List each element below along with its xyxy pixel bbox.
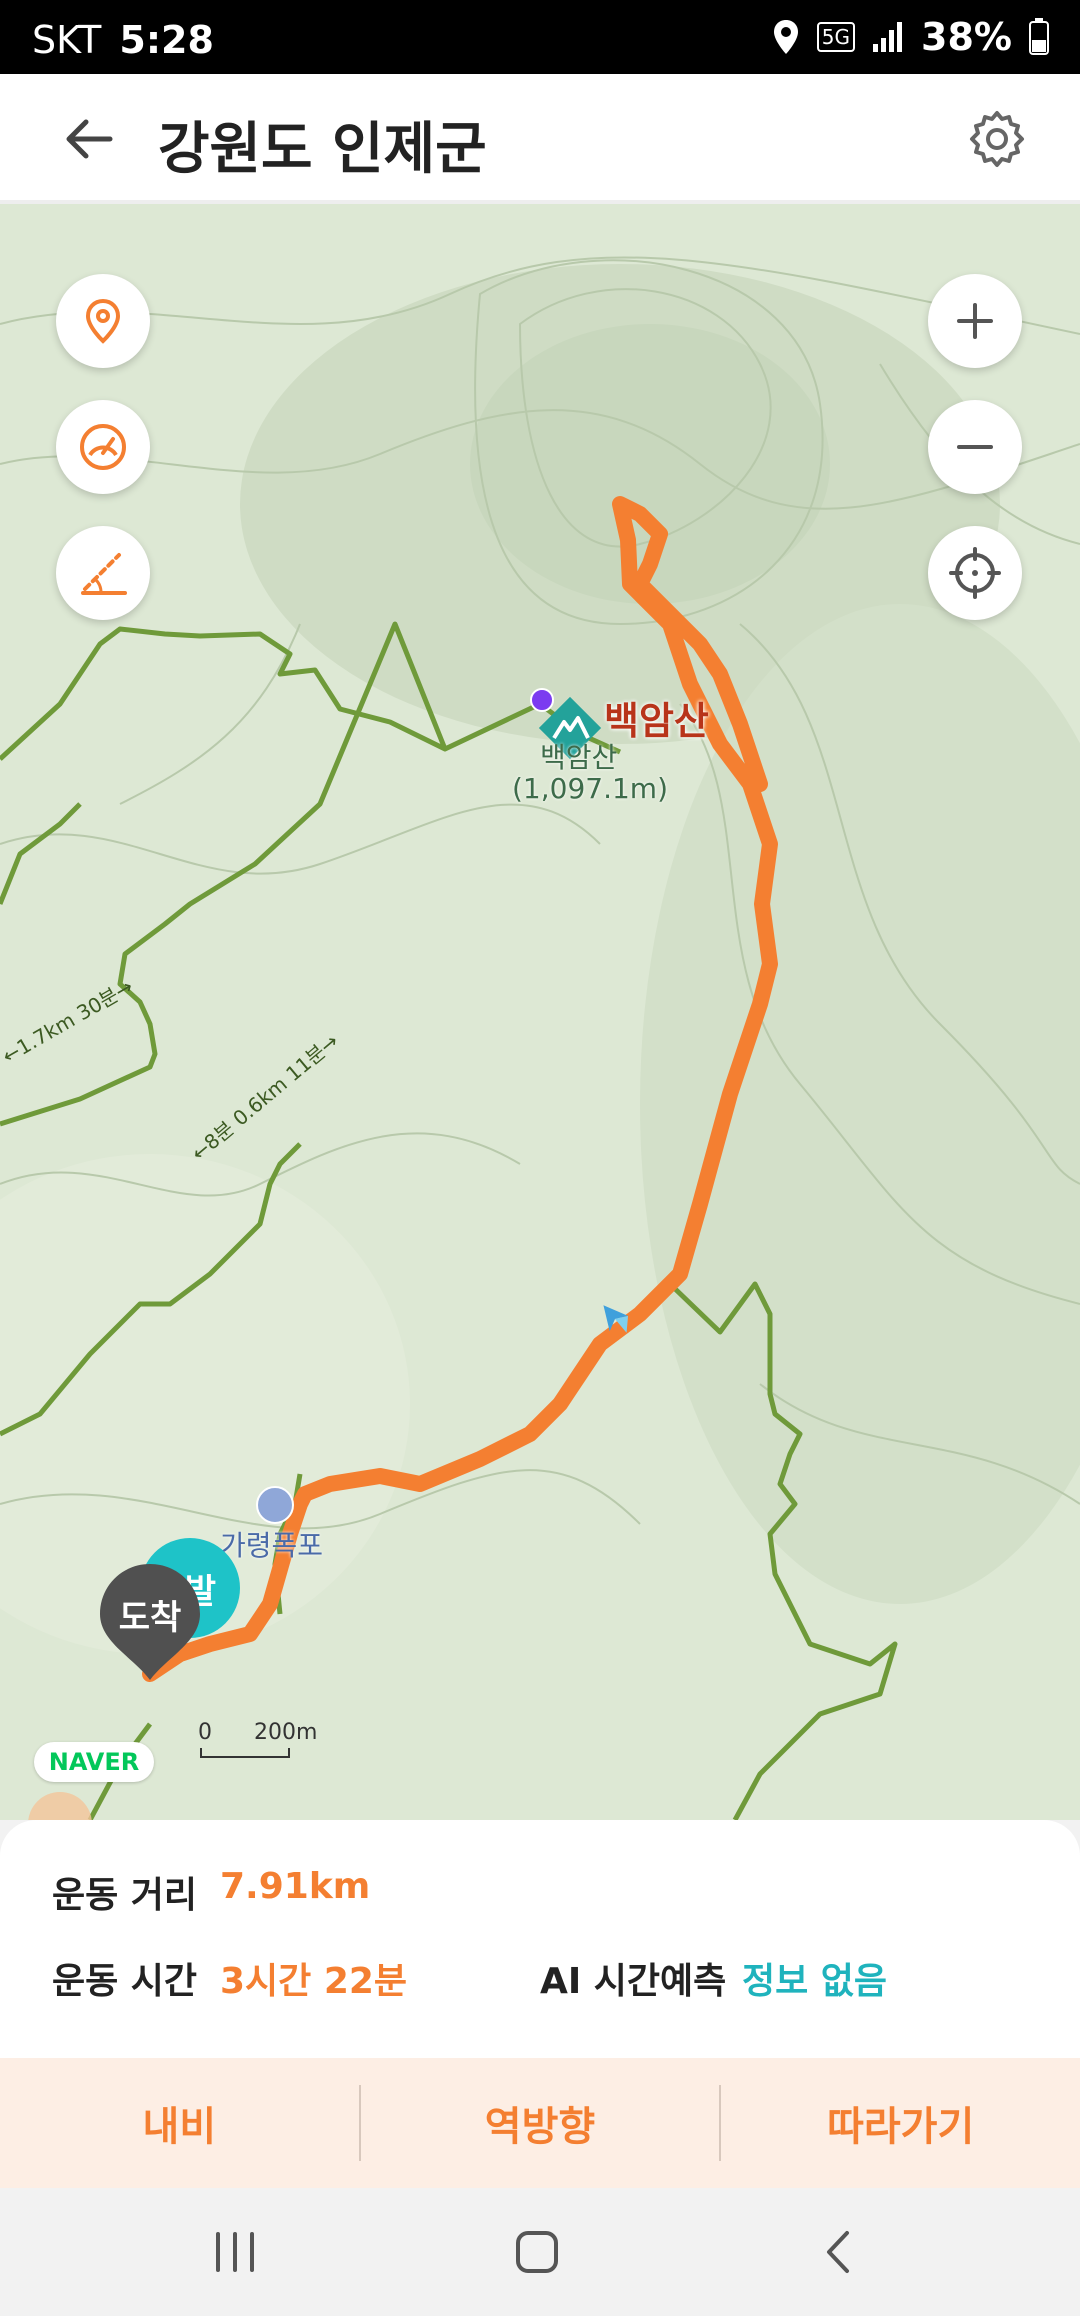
location-icon [773,20,798,54]
gear-icon [970,111,1024,167]
carrier-label: SKT [32,18,102,62]
scale-zero: 0 [198,1720,212,1745]
slope-icon [81,553,127,595]
plus-icon [957,303,993,339]
workout-info-panel: 운동 거리 7.91km 운동 시간 3시간 22분 AI 시간예측 정보 없음 [0,1820,1080,2060]
status-carrier: SKT 5:28 [32,18,214,62]
status-right: 5G 38% [771,14,1050,60]
navi-button[interactable]: 내비 [0,2058,359,2188]
recent-apps-button[interactable] [155,2188,315,2316]
scale-bar [200,1748,290,1758]
end-marker[interactable]: 도착 [98,1562,202,1680]
distance-label: 운동 거리 [52,1875,198,1916]
home-icon [516,2231,558,2273]
recent-apps-icon [216,2232,254,2272]
end-marker-label: 도착 [118,1598,182,1638]
zoom-in-button[interactable] [928,274,1022,368]
chevron-left-icon [827,2231,849,2273]
map-scale: 0 200m [198,1720,317,1784]
map-pin-icon [85,298,121,344]
distance-value: 7.91km [220,1866,371,1907]
waterfall-icon [256,1486,294,1524]
back-nav-button[interactable] [760,2188,920,2316]
slope-button[interactable] [56,526,150,620]
system-nav-bar [0,2188,1080,2316]
speedometer-button[interactable] [56,400,150,494]
battery-percent: 38% [921,15,1012,59]
peak-badge-icon [530,688,554,712]
crosshair-icon [949,547,1001,599]
action-bar: 내비 역방향 따라가기 [0,2058,1080,2188]
peak-name: 백암산 [604,699,709,743]
battery-icon [1029,18,1049,55]
signal-icon [873,22,903,52]
location-pin-button[interactable] [56,274,150,368]
minus-icon [957,445,993,449]
time-label: 운동 시간 [52,1961,198,2002]
ai-estimate-label: AI 시간예측 [540,1961,727,2002]
time-value: 3시간 22분 [220,1961,408,2002]
naver-logo: NAVER [34,1742,154,1782]
follow-button[interactable]: 따라가기 [721,2058,1080,2188]
app-header: 강원도 인제군 [0,74,1080,206]
back-button[interactable] [54,104,124,174]
reverse-button[interactable]: 역방향 [361,2058,720,2188]
peak-label: 백암산 [540,741,618,774]
place-label: 가령폭포 [220,1529,324,1562]
settings-button[interactable] [962,104,1032,174]
scale-value: 200m [254,1720,318,1745]
arrow-left-icon [66,119,113,159]
map-view[interactable]: 백암산 백암산 (1,097.1m) 가령폭포 ←1.7km 30분→ ←8분 … [0,204,1080,1820]
ai-estimate-value: 정보 없음 [742,1961,888,2002]
peak-elevation: (1,097.1m) [512,772,668,805]
home-button[interactable] [457,2188,617,2316]
network-icon: 5G [816,22,856,52]
zoom-out-button[interactable] [928,400,1022,494]
status-bar: SKT 5:28 5G 38% [0,0,1080,74]
status-time: 5:28 [119,18,214,62]
page-title: 강원도 인제군 [158,117,487,182]
my-location-button[interactable] [928,526,1022,620]
speedometer-icon [80,424,126,470]
